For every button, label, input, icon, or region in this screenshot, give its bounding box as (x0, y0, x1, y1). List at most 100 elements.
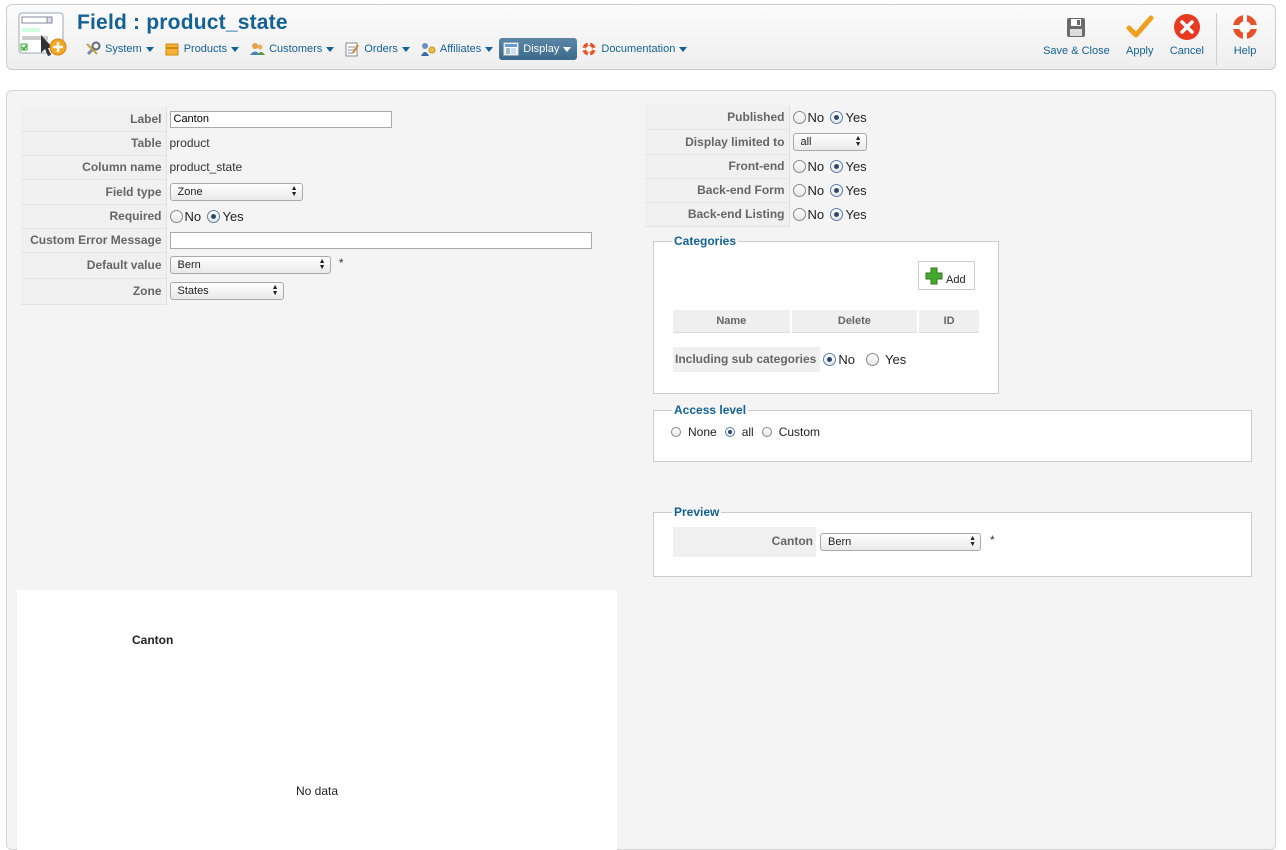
label-input[interactable] (169, 110, 392, 128)
preview-field-label: Canton (673, 527, 816, 557)
required-yes-label: Yes (222, 208, 244, 224)
checkmark-icon (1126, 15, 1154, 38)
display-limited-select[interactable]: all ▲ ▼ (792, 132, 867, 151)
select-arrows-icon: ▲ ▼ (290, 184, 298, 198)
save-close-button[interactable]: Save & Close (1035, 13, 1118, 57)
backend-listing-yes-label: Yes (845, 206, 867, 222)
backend-listing-no-radio[interactable] (792, 207, 806, 221)
menu-documentation[interactable]: Documentation (577, 38, 693, 60)
save-icon (1067, 18, 1086, 37)
chevron-down-icon (679, 46, 688, 52)
add-category-button[interactable]: Add (918, 261, 975, 290)
menu-documentation-label: Documentation (601, 43, 676, 55)
field-type-key: Field type (21, 179, 167, 205)
backend-form-no-radio[interactable] (792, 183, 806, 197)
required-no-radio[interactable] (169, 209, 183, 223)
zone-select[interactable]: States ▲ ▼ (169, 282, 284, 300)
users-icon (250, 43, 266, 55)
page-title: Field : product_state (77, 11, 288, 34)
field-logo-icon (18, 12, 67, 56)
apply-button[interactable]: Apply (1118, 13, 1162, 57)
cancel-button[interactable]: Cancel (1162, 13, 1212, 57)
front-end-yes-radio[interactable] (830, 159, 844, 173)
published-yes-radio[interactable] (830, 110, 844, 124)
add-plus-icon (925, 267, 943, 285)
column-name-value: product_state (169, 160, 243, 174)
zone-key: Zone (21, 278, 167, 305)
published-yes-label: Yes (845, 109, 867, 125)
sample-list-title: Canton (132, 633, 174, 647)
chevron-down-icon (401, 46, 410, 52)
sample-list-panel: Canton No data (17, 590, 617, 850)
toolbar-divider (1216, 13, 1217, 65)
chevron-down-icon (231, 46, 240, 52)
published-no-label: No (807, 109, 825, 125)
help-lifebuoy-icon (1233, 15, 1257, 39)
header-bar: Field : product_state System Products Cu… (6, 4, 1276, 70)
backend-form-no-label: No (807, 182, 825, 198)
menu-display-label: Display (523, 43, 560, 55)
menu-products-label: Products (183, 43, 228, 55)
label-key: Label (21, 107, 167, 132)
access-custom-label: Custom (778, 425, 821, 439)
cancel-icon (1173, 14, 1200, 40)
preview-legend: Preview (674, 505, 720, 519)
custom-error-input[interactable] (169, 231, 592, 249)
default-value-key: Default value (21, 252, 167, 279)
select-arrows-icon: ▲ ▼ (318, 258, 326, 271)
including-yes-label: Yes (884, 352, 907, 367)
front-end-key: Front-end (645, 154, 790, 179)
field-right-form: Published No Yes Display limited to all … (645, 105, 870, 227)
menu-products[interactable]: Products (160, 38, 245, 60)
backend-form-yes-label: Yes (845, 182, 867, 198)
front-end-no-radio[interactable] (792, 159, 806, 173)
menu-orders[interactable]: Orders (340, 38, 416, 60)
published-key: Published (645, 105, 790, 130)
menu-display[interactable]: Display (499, 38, 578, 60)
backend-listing-key: Back-end Listing (645, 202, 790, 227)
access-all-radio[interactable] (724, 427, 735, 437)
orders-icon (345, 42, 360, 57)
field-type-value: Zone (177, 185, 203, 198)
zone-value: States (177, 285, 209, 297)
preview-row: Canton Bern ▲ ▼ * (673, 527, 995, 557)
required-no-label: No (184, 208, 202, 224)
backend-listing-yes-radio[interactable] (830, 207, 844, 221)
categories-legend: Categories (674, 234, 737, 248)
table-key: Table (21, 131, 167, 156)
required-yes-radio[interactable] (207, 209, 221, 223)
default-value-select[interactable]: Bern ▲ ▼ (169, 256, 331, 274)
add-label: Add (946, 274, 966, 286)
preview-required-marker: * (990, 533, 995, 547)
backend-form-yes-radio[interactable] (830, 183, 844, 197)
menu-system[interactable]: System (81, 38, 160, 60)
menu-customers-label: Customers (269, 43, 323, 55)
col-delete-header: Delete (790, 310, 920, 333)
access-custom-radio[interactable] (761, 427, 772, 437)
select-arrows-icon: ▲ ▼ (271, 284, 279, 297)
required-marker: * (338, 256, 344, 270)
column-name-key: Column name (21, 155, 167, 180)
access-none-radio[interactable] (671, 427, 681, 437)
published-no-radio[interactable] (792, 110, 806, 124)
including-yes-radio[interactable] (865, 353, 879, 366)
access-all-label: all (741, 425, 754, 439)
field-left-form: Label Table product Column name product_… (21, 107, 592, 305)
including-sub-label: Including sub categories (673, 347, 821, 372)
preview-select[interactable]: Bern ▲ ▼ (820, 533, 981, 551)
categories-table: Name Delete ID (673, 310, 981, 333)
help-button[interactable]: Help (1223, 13, 1267, 57)
menu-customers[interactable]: Customers (245, 38, 340, 60)
including-no-label: No (838, 352, 855, 367)
box-icon (165, 43, 179, 56)
field-type-select[interactable]: Zone ▲ ▼ (169, 182, 303, 201)
display-icon (503, 42, 519, 56)
affiliates-icon (420, 43, 436, 56)
select-arrows-icon: ▲ ▼ (854, 134, 862, 148)
help-label: Help (1233, 45, 1257, 57)
including-sub-row: Including sub categories No Yes (673, 347, 909, 372)
menu-affiliates[interactable]: Affiliates (416, 38, 499, 60)
backend-listing-no-label: No (807, 206, 825, 222)
including-no-radio[interactable] (823, 353, 837, 366)
access-level-legend: Access level (674, 403, 747, 417)
